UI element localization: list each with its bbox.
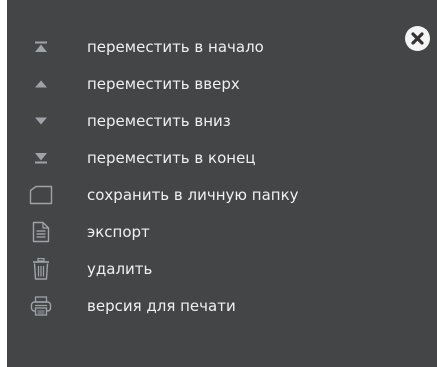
menu-item-label: переместить вверх bbox=[87, 75, 240, 93]
move-to-top-icon bbox=[29, 29, 53, 65]
menu-item-delete[interactable]: удалить bbox=[7, 251, 407, 287]
menu-item-label: версия для печати bbox=[87, 297, 236, 315]
menu-item-label: переместить вниз bbox=[87, 112, 231, 130]
menu-item-move-down[interactable]: переместить вниз bbox=[7, 103, 407, 139]
menu-item-move-to-top[interactable]: переместить в начало bbox=[7, 29, 407, 65]
menu-item-print-version[interactable]: версия для печати bbox=[7, 288, 407, 324]
menu-item-label: сохранить в личную папку bbox=[87, 186, 299, 204]
menu-item-export[interactable]: экспорт bbox=[7, 214, 407, 250]
move-down-icon bbox=[29, 103, 53, 139]
context-menu: переместить в начало переместить вверх п… bbox=[7, 0, 437, 367]
trash-icon bbox=[29, 251, 53, 287]
menu-item-label: переместить в начало bbox=[87, 38, 264, 56]
close-icon bbox=[411, 32, 424, 45]
menu-item-label: удалить bbox=[87, 260, 153, 278]
printer-icon bbox=[29, 288, 53, 324]
document-icon bbox=[29, 214, 53, 250]
menu-item-move-up[interactable]: переместить вверх bbox=[7, 66, 407, 102]
menu-item-label: переместить в конец bbox=[87, 149, 256, 167]
menu-item-label: экспорт bbox=[87, 223, 150, 241]
move-up-icon bbox=[29, 66, 53, 102]
move-to-bottom-icon bbox=[29, 140, 53, 176]
folder-icon bbox=[29, 177, 53, 213]
close-button[interactable] bbox=[405, 26, 430, 51]
menu-item-move-to-bottom[interactable]: переместить в конец bbox=[7, 140, 407, 176]
menu-item-save-to-folder[interactable]: сохранить в личную папку bbox=[7, 177, 407, 213]
